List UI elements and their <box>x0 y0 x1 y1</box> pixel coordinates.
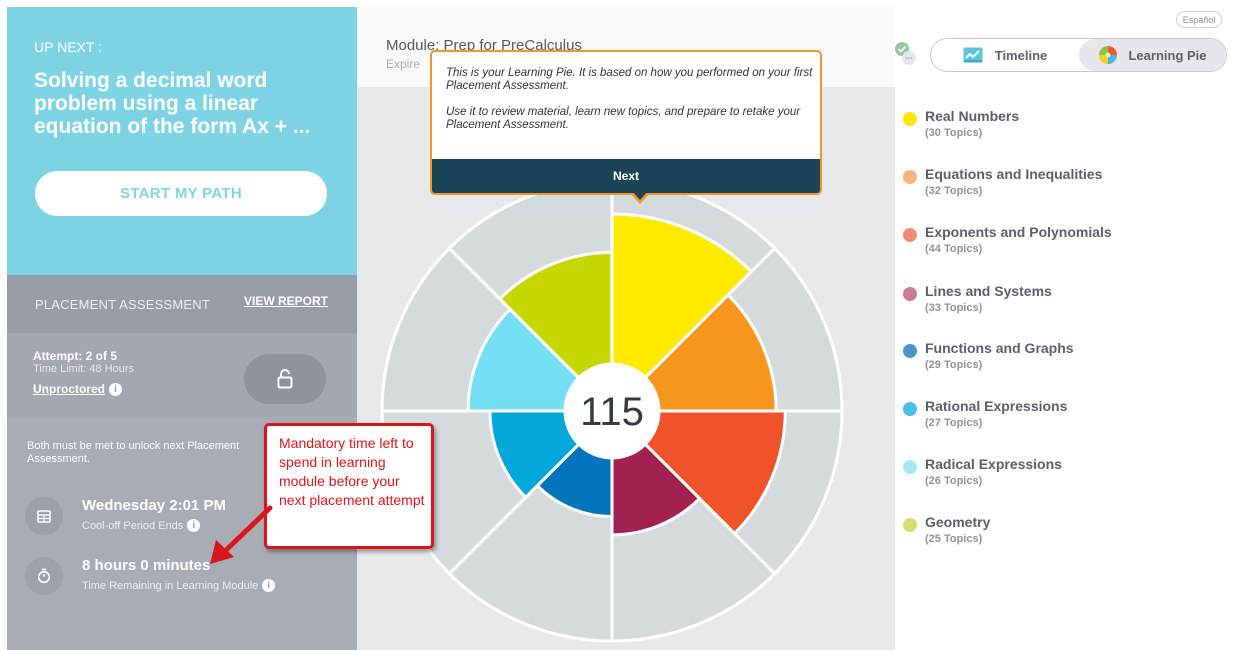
cooloff-label-row: Cool-off Period Ends i <box>82 519 201 532</box>
legend-name: Radical Expressions <box>925 456 1062 472</box>
legend-item-equations-inequalities[interactable]: Equations and Inequalities (32 Topics) <box>903 164 1223 204</box>
legend-dot <box>903 112 917 126</box>
tooltip-next-button[interactable]: Next <box>432 159 820 193</box>
timeline-icon <box>963 47 983 63</box>
legend-name: Functions and Graphs <box>925 340 1074 356</box>
legend-count: (30 Topics) <box>925 127 983 139</box>
learning-pie-tab[interactable]: Learning Pie <box>1079 39 1226 71</box>
legend-count: (29 Topics) <box>925 359 983 371</box>
check-chat-icon[interactable] <box>893 40 921 68</box>
info-icon[interactable]: i <box>262 579 276 592</box>
up-next-topic-title[interactable]: Solving a decimal word problem using a l… <box>34 69 349 138</box>
sidebar: UP NEXT : Solving a decimal word problem… <box>7 7 357 650</box>
legend-count: (27 Topics) <box>925 417 983 429</box>
pie-score: 115 <box>580 390 644 434</box>
legend-dot <box>903 402 917 416</box>
placement-assessment-header: PLACEMENT ASSESSMENT VIEW REPORT <box>7 275 357 333</box>
legend-dot <box>903 228 917 242</box>
legend-count: (33 Topics) <box>925 302 983 314</box>
module-expiry: Expire <box>386 57 421 71</box>
annotation-callout: Mandatory time left to spend in learning… <box>264 423 434 549</box>
legend-item-exponents-polynomials[interactable]: Exponents and Polynomials (44 Topics) <box>903 222 1223 262</box>
legend-count: (25 Topics) <box>925 533 983 545</box>
view-toggle: Timeline Learning Pie <box>930 38 1227 72</box>
legend-count: (26 Topics) <box>925 475 983 487</box>
timeline-tab-label[interactable]: Timeline <box>995 48 1048 63</box>
legend-item-functions-graphs[interactable]: Functions and Graphs (29 Topics) <box>903 338 1223 378</box>
attempt-count: Attempt: 2 of 5 <box>33 349 117 363</box>
info-icon[interactable]: i <box>187 519 201 532</box>
tooltip-line-1: This is your Learning Pie. It is based o… <box>446 67 813 92</box>
legend-name: Real Numbers <box>925 108 1020 124</box>
annotation-text: Mandatory time left to spend in learning… <box>279 435 425 508</box>
legend-name: Exponents and Polynomials <box>925 224 1112 240</box>
proctoring-label[interactable]: Unproctored <box>33 382 105 396</box>
pie-icon <box>1099 46 1118 64</box>
tooltip-text: This is your Learning Pie. It is based o… <box>446 67 816 132</box>
timeline-tab[interactable]: Timeline <box>931 39 1079 71</box>
legend-name: Geometry <box>925 514 991 530</box>
legend-dot <box>903 287 917 301</box>
legend-item-real-numbers[interactable]: Real Numbers (30 Topics) <box>903 106 1223 146</box>
stopwatch-icon <box>25 557 63 595</box>
legend-count: (32 Topics) <box>925 185 983 197</box>
time-limit: Time Limit: 48 Hours <box>33 363 135 375</box>
legend-item-radical-expressions[interactable]: Radical Expressions (26 Topics) <box>903 454 1223 494</box>
up-next-label: UP NEXT : <box>34 39 102 55</box>
learning-pie-tab-label[interactable]: Learning Pie <box>1128 48 1206 63</box>
remaining-label: Time Remaining in Learning Module <box>82 579 259 592</box>
start-my-path-button[interactable]: START MY PATH <box>35 171 327 216</box>
annotation-arrow-icon <box>210 505 273 564</box>
lock-icon <box>277 369 293 389</box>
view-report-link[interactable]: VIEW REPORT <box>244 294 328 308</box>
legend-dot <box>903 518 917 532</box>
remaining-time: 8 hours 0 minutes <box>82 557 211 574</box>
legend-item-geometry[interactable]: Geometry (25 Topics) <box>903 512 1223 552</box>
cooloff-label: Cool-off Period Ends <box>82 519 184 532</box>
info-icon[interactable]: i <box>109 382 122 396</box>
remaining-label-row: Time Remaining in Learning Module i <box>82 579 276 592</box>
proctoring-status[interactable]: Unproctored i <box>33 382 122 396</box>
legend-name: Lines and Systems <box>925 283 1052 299</box>
legend-name: Rational Expressions <box>925 398 1068 414</box>
learning-pie-chart[interactable]: 115 <box>370 185 860 645</box>
tooltip-line-2: Use it to review material, learn new top… <box>446 106 801 131</box>
legend-name: Equations and Inequalities <box>925 166 1103 182</box>
legend-dot <box>903 170 917 184</box>
legend-dot <box>903 460 917 474</box>
attempt-panel: Attempt: 2 of 5 Time Limit: 48 Hours Unp… <box>7 333 357 417</box>
locked-assessment-button[interactable] <box>244 354 326 404</box>
learning-pie-tooltip: This is your Learning Pie. It is based o… <box>430 50 822 195</box>
legend-item-rational-expressions[interactable]: Rational Expressions (27 Topics) <box>903 396 1223 436</box>
legend-dot <box>903 344 917 358</box>
legend-item-lines-systems[interactable]: Lines and Systems (33 Topics) <box>903 281 1223 321</box>
placement-assessment-title: PLACEMENT ASSESSMENT <box>35 297 210 312</box>
remaining-time-row: 8 hours 0 minutes Time Remaining in Lear… <box>25 557 345 597</box>
language-toggle[interactable]: Español <box>1176 11 1222 28</box>
calendar-icon <box>25 497 63 535</box>
legend-count: (44 Topics) <box>925 243 983 255</box>
requirements-note: Both must be met to unlock next Placemen… <box>27 440 240 465</box>
tooltip-pointer-inner <box>632 191 648 200</box>
up-next-panel: UP NEXT : Solving a decimal word problem… <box>7 7 357 275</box>
